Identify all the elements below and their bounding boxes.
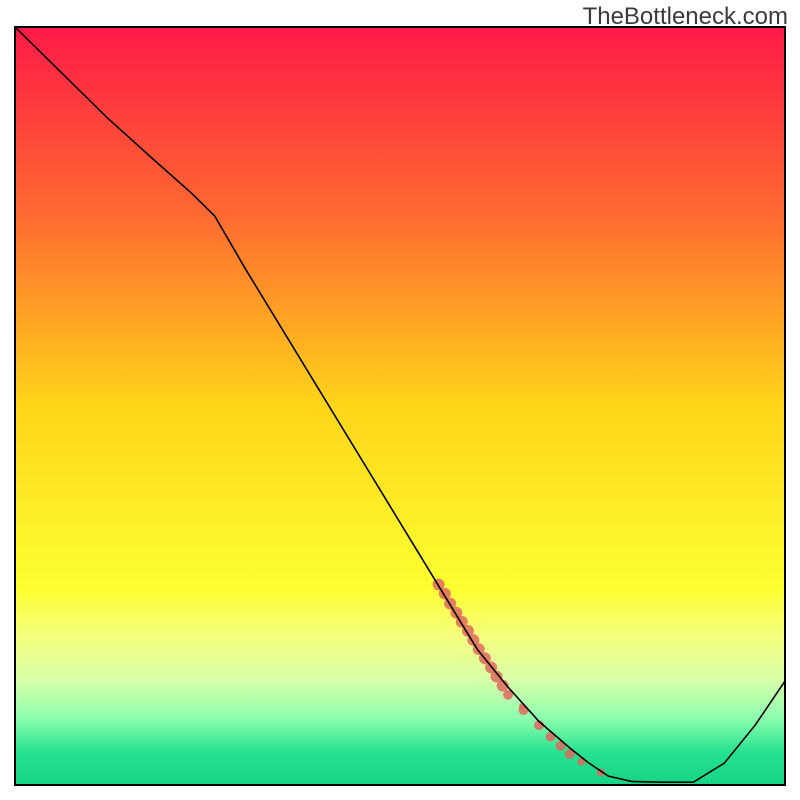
chart-background-gradient	[14, 26, 786, 786]
chart-plot-area	[14, 26, 786, 786]
